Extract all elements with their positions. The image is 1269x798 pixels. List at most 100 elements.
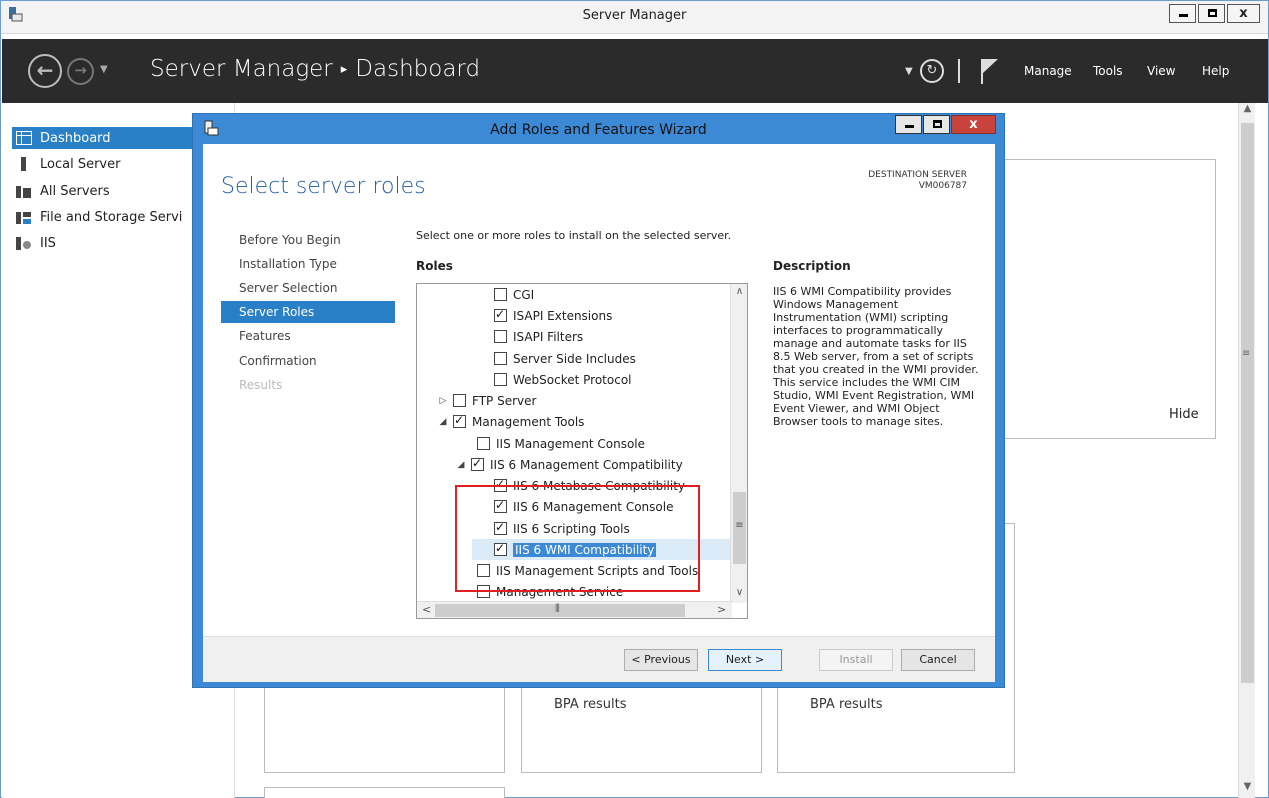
server-icon <box>16 157 32 171</box>
bpa-results-link[interactable]: BPA results <box>554 697 627 712</box>
wizard-maximize-button[interactable] <box>923 115 950 134</box>
welcome-tile <box>1001 159 1216 439</box>
role-management-tools[interactable]: ◢ Management Tools <box>437 411 585 432</box>
checkbox[interactable] <box>494 288 507 301</box>
checkbox-checked[interactable] <box>471 456 484 471</box>
menu-help[interactable]: Help <box>1202 64 1229 78</box>
previous-button[interactable]: < Previous <box>624 649 698 671</box>
role-isapi-extensions[interactable]: ISAPI Extensions <box>494 305 612 326</box>
refresh-dropdown-icon[interactable]: ▼ <box>905 66 913 77</box>
step-features[interactable]: Features <box>221 325 395 347</box>
roles-vertical-scrollbar[interactable]: ∧ ≡ ∨ <box>730 284 747 603</box>
checkbox-checked[interactable] <box>494 498 507 513</box>
scroll-left-icon[interactable]: < <box>422 603 431 616</box>
checkbox[interactable] <box>477 437 490 450</box>
nav-item-label: IIS <box>40 235 56 251</box>
maximize-button[interactable] <box>1198 4 1225 23</box>
role-label: IIS 6 Scripting Tools <box>513 521 630 536</box>
description-heading: Description <box>773 259 851 273</box>
scroll-up-icon[interactable]: ▲ <box>1239 103 1256 120</box>
scroll-thumb[interactable] <box>1241 123 1254 683</box>
step-installation-type[interactable]: Installation Type <box>221 253 395 275</box>
checkbox[interactable] <box>494 373 507 386</box>
checkbox-checked[interactable] <box>453 413 466 428</box>
roles-tree[interactable]: CGI ISAPI Extensions ISAPI Filters Serve… <box>416 283 748 619</box>
scroll-thumb[interactable] <box>435 604 685 617</box>
scroll-up-icon[interactable]: ∧ <box>731 286 747 297</box>
checkbox[interactable] <box>453 394 466 407</box>
checkbox[interactable] <box>494 330 507 343</box>
step-server-selection[interactable]: Server Selection <box>221 277 395 299</box>
servers-icon <box>16 184 32 198</box>
role-management-service[interactable]: Management Service <box>477 581 623 602</box>
cancel-button[interactable]: Cancel <box>901 649 975 671</box>
role-label: Server Side Includes <box>513 351 636 366</box>
refresh-icon[interactable]: ↻ <box>920 59 944 83</box>
role-iis6-metabase-compatibility[interactable]: IIS 6 Metabase Compatibility <box>494 475 685 496</box>
role-websocket-protocol[interactable]: WebSocket Protocol <box>494 369 632 390</box>
nav-item-label: Dashboard <box>40 130 111 146</box>
role-cgi[interactable]: CGI <box>494 284 534 305</box>
checkbox-checked[interactable] <box>494 541 507 556</box>
wizard-close-button[interactable]: x <box>951 115 996 134</box>
destination-server: DESTINATION SERVER VM006787 <box>868 170 967 192</box>
role-iis6-scripting-tools[interactable]: IIS 6 Scripting Tools <box>494 518 630 539</box>
roles-tile-2 <box>521 681 762 773</box>
nav-item-label: File and Storage Servi <box>40 209 183 225</box>
role-iis-management-console[interactable]: IIS Management Console <box>477 433 645 454</box>
role-iis-management-scripts[interactable]: IIS Management Scripts and Tools <box>477 560 698 581</box>
checkbox[interactable] <box>494 352 507 365</box>
role-isapi-filters[interactable]: ISAPI Filters <box>494 326 583 347</box>
scroll-down-icon[interactable]: ∨ <box>731 587 747 598</box>
menu-manage[interactable]: Manage <box>1024 64 1072 78</box>
role-iis6-management-compatibility[interactable]: ◢ IIS 6 Management Compatibility <box>455 454 683 475</box>
storage-icon <box>16 210 32 224</box>
breadcrumb: Server Manager ▸ Dashboard <box>150 56 480 82</box>
header-divider <box>958 59 960 83</box>
page-title: Select server roles <box>221 174 426 199</box>
close-button[interactable]: x <box>1227 4 1260 23</box>
checkbox[interactable] <box>477 585 490 598</box>
main-vertical-scrollbar[interactable]: ▲ ≡ ▼ <box>1238 103 1255 798</box>
history-dropdown-icon[interactable]: ▼ <box>100 64 108 75</box>
step-server-roles[interactable]: Server Roles <box>221 301 395 323</box>
breadcrumb-page: Dashboard <box>355 56 481 82</box>
wizard-minimize-button[interactable] <box>895 115 922 134</box>
checkbox[interactable] <box>477 564 490 577</box>
checkbox-checked[interactable] <box>494 307 507 322</box>
dashboard-header: ▼ Server Manager ▸ Dashboard ▼ ↻ Manage To… <box>2 39 1268 103</box>
role-ftp-server[interactable]: ▷ FTP Server <box>437 390 537 411</box>
role-label: ISAPI Filters <box>513 329 584 344</box>
role-label: Management Tools <box>472 414 585 429</box>
checkbox-checked[interactable] <box>494 520 507 535</box>
role-iis6-management-console[interactable]: IIS 6 Management Console <box>494 496 673 517</box>
step-before-you-begin[interactable]: Before You Begin <box>221 229 395 251</box>
breadcrumb-app: Server Manager <box>150 56 333 82</box>
hide-welcome-link[interactable]: Hide <box>1169 407 1199 422</box>
window-titlebar[interactable]: Server Manager x <box>1 1 1268 34</box>
role-description: IIS 6 WMI Compatibility provides Windows… <box>773 285 979 428</box>
menu-view[interactable]: View <box>1147 64 1175 78</box>
wizard-titlebar[interactable]: Add Roles and Features Wizard x <box>193 114 1004 144</box>
scroll-right-icon[interactable]: > <box>717 603 726 616</box>
dashboard-icon <box>16 131 32 145</box>
minimize-button[interactable] <box>1169 4 1196 23</box>
step-confirmation[interactable]: Confirmation <box>221 350 395 372</box>
role-server-side-includes[interactable]: Server Side Includes <box>494 348 636 369</box>
checkbox-checked[interactable] <box>494 477 507 492</box>
bpa-results-link[interactable]: BPA results <box>810 697 883 712</box>
collapse-arrow-icon[interactable]: ◢ <box>437 417 449 427</box>
roles-horizontal-scrollbar[interactable]: < ⦀ > <box>417 601 732 618</box>
forward-button[interactable] <box>67 58 94 85</box>
next-button[interactable]: Next > <box>708 649 782 671</box>
expand-arrow-icon[interactable]: ▷ <box>437 396 449 406</box>
role-iis6-wmi-compatibility[interactable]: IIS 6 WMI Compatibility <box>472 539 732 560</box>
scroll-down-icon[interactable]: ▼ <box>1239 781 1256 798</box>
notifications-flag-icon[interactable] <box>978 57 1000 85</box>
collapse-arrow-icon[interactable]: ◢ <box>455 460 467 470</box>
menu-tools[interactable]: Tools <box>1093 64 1123 78</box>
role-label-selected: IIS 6 WMI Compatibility <box>513 542 657 557</box>
nav-item-dashboard[interactable]: Dashboard <box>12 127 198 149</box>
back-button[interactable] <box>28 54 62 88</box>
close-icon: x <box>969 117 978 132</box>
